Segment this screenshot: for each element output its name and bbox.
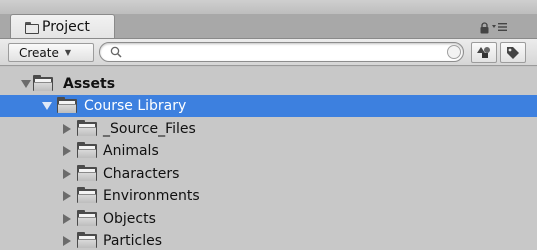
window-top-strip <box>0 0 537 14</box>
tree-item-label: Course Library <box>84 98 187 114</box>
label-filter-button[interactable] <box>500 42 526 63</box>
tree-row-objects[interactable]: Objects <box>0 208 537 230</box>
shapes-filter-button[interactable] <box>471 42 497 63</box>
folder-icon <box>77 187 97 204</box>
tag-icon <box>507 46 519 59</box>
folder-icon <box>33 75 53 92</box>
collapsed-arrow-icon[interactable] <box>63 146 71 156</box>
search-field[interactable] <box>99 42 464 62</box>
tree-item-label: Particles <box>103 233 163 249</box>
folder-tree: Assets Course Library _Source_Files Anim… <box>0 67 537 250</box>
menu-icon[interactable] <box>492 20 508 34</box>
collapsed-arrow-icon[interactable] <box>63 236 71 246</box>
expand-arrow-icon[interactable] <box>42 102 52 110</box>
chevron-down-icon: ▼ <box>64 48 72 57</box>
folder-icon <box>77 120 97 137</box>
tab-label: Project <box>42 18 90 35</box>
tree-row-environments[interactable]: Environments <box>0 185 537 207</box>
expand-arrow-icon[interactable] <box>21 80 31 88</box>
tree-item-label: Objects <box>103 211 156 227</box>
tree-item-label: Characters <box>103 166 180 182</box>
collapsed-arrow-icon[interactable] <box>63 214 71 224</box>
tree-item-label: Environments <box>103 188 200 204</box>
lock-icon[interactable] <box>480 22 489 34</box>
folder-icon <box>57 97 77 114</box>
tree-row-assets[interactable]: Assets <box>0 73 537 95</box>
tree-item-label: Animals <box>103 143 159 159</box>
folder-icon <box>77 210 97 227</box>
folder-icon <box>77 165 97 182</box>
create-button[interactable]: Create ▼ <box>8 43 94 62</box>
search-input[interactable] <box>126 45 463 59</box>
project-panel: Create ▼ Assets Course Library _Source_F… <box>0 38 537 250</box>
create-button-label: Create <box>19 45 59 60</box>
folder-icon <box>77 232 97 249</box>
collapsed-arrow-icon[interactable] <box>63 191 71 201</box>
tree-row-animals[interactable]: Animals <box>0 140 537 162</box>
folder-icon <box>77 142 97 159</box>
tree-row-characters[interactable]: Characters <box>0 163 537 185</box>
tree-row-course-library[interactable]: Course Library <box>0 95 537 117</box>
search-cancel-button[interactable] <box>447 45 461 59</box>
tree-item-label: _Source_Files <box>103 121 196 137</box>
tab-project[interactable]: Project <box>10 14 115 38</box>
tree-row-particles[interactable]: Particles <box>0 230 537 250</box>
collapsed-arrow-icon[interactable] <box>63 169 71 179</box>
collapsed-arrow-icon[interactable] <box>63 124 71 134</box>
folder-icon <box>25 21 39 34</box>
tree-row-source-files[interactable]: _Source_Files <box>0 118 537 140</box>
tree-item-label: Assets <box>63 76 116 92</box>
shapes-filter-icon <box>477 47 490 58</box>
search-icon <box>110 46 122 58</box>
project-toolbar: Create ▼ <box>0 39 537 66</box>
